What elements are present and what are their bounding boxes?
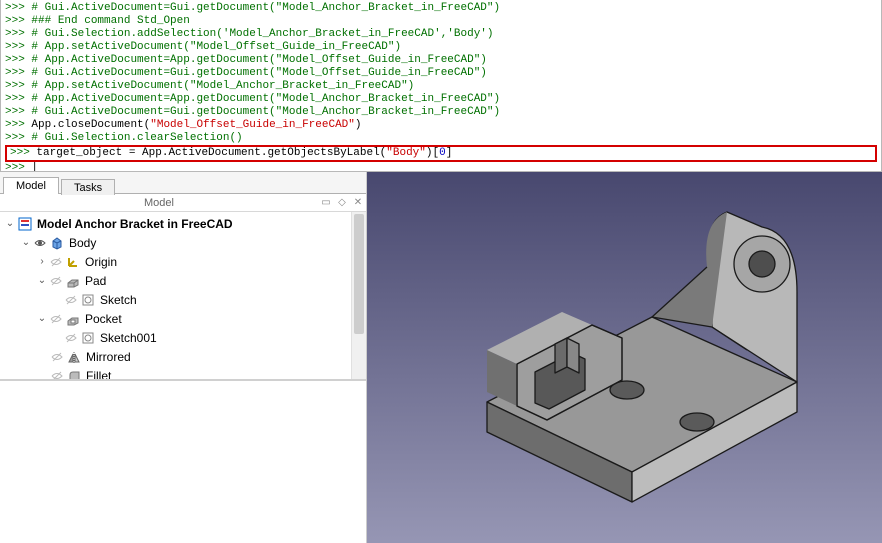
- pocket-icon: [65, 311, 81, 327]
- tree-label: Pocket: [85, 312, 122, 326]
- console-prompt: >>>: [5, 2, 25, 14]
- panel-header: Model ▭ ◇ ✕: [0, 194, 366, 212]
- caret-down-icon[interactable]: ⌄: [36, 275, 48, 287]
- eye-off-icon[interactable]: [50, 352, 64, 362]
- tree-row-sketch[interactable]: Sketch: [0, 290, 366, 309]
- tree-label: Sketch001: [100, 331, 157, 345]
- eye-off-icon[interactable]: [49, 314, 63, 324]
- mirrored-icon: [66, 349, 82, 365]
- tree-scrollbar[interactable]: [351, 212, 366, 379]
- panel-title: Model: [0, 197, 318, 209]
- tree-row-pocket[interactable]: ⌄ Pocket: [0, 309, 366, 328]
- origin-icon: [65, 254, 81, 270]
- sketch-icon: [80, 330, 96, 346]
- model-tree[interactable]: ⌄ Model Anchor Bracket in FreeCAD ⌄ Body: [0, 212, 366, 380]
- tree-row-body[interactable]: ⌄ Body: [0, 233, 366, 252]
- tree-row-mirrored[interactable]: Mirrored: [0, 347, 366, 366]
- caret-down-icon[interactable]: ⌄: [4, 218, 16, 230]
- tree-label: Sketch: [100, 293, 137, 307]
- tree-label: Mirrored: [86, 350, 131, 364]
- tree-row-sketch001[interactable]: Sketch001: [0, 328, 366, 347]
- panel-pin-icon[interactable]: ◇: [334, 197, 350, 208]
- console-cursor[interactable]: |: [31, 162, 38, 172]
- tree-label: Model Anchor Bracket in FreeCAD: [37, 217, 233, 231]
- python-console[interactable]: >>> # Gui.ActiveDocument=Gui.getDocument…: [0, 0, 882, 172]
- bracket-model[interactable]: [367, 172, 882, 543]
- document-icon: [17, 216, 33, 232]
- caret-down-icon[interactable]: ⌄: [20, 237, 32, 249]
- panel-float-icon[interactable]: ▭: [318, 197, 334, 208]
- sketch-icon: [80, 292, 96, 308]
- scrollbar-thumb[interactable]: [354, 214, 364, 334]
- property-panel[interactable]: [0, 380, 366, 543]
- body-icon: [49, 235, 65, 251]
- tree-label: Pad: [85, 274, 106, 288]
- tree-label: Body: [69, 236, 96, 250]
- eye-off-icon[interactable]: [49, 257, 63, 267]
- tree-label: Origin: [85, 255, 117, 269]
- caret-down-icon[interactable]: ⌄: [36, 313, 48, 325]
- caret-right-icon[interactable]: ›: [36, 256, 48, 268]
- 3d-viewport[interactable]: [367, 172, 882, 543]
- eye-off-icon[interactable]: [49, 276, 63, 286]
- pad-icon: [65, 273, 81, 289]
- tree-row-origin[interactable]: › Origin: [0, 252, 366, 271]
- eye-off-icon[interactable]: [64, 295, 78, 305]
- tab-model[interactable]: Model: [3, 177, 59, 194]
- tree-row-fillet[interactable]: Fillet: [0, 366, 366, 380]
- tab-tasks[interactable]: Tasks: [61, 179, 115, 195]
- panel-close-icon[interactable]: ✕: [350, 197, 366, 208]
- highlighted-command: >>> target_object = App.ActiveDocument.g…: [5, 145, 877, 162]
- tree-row-document[interactable]: ⌄ Model Anchor Bracket in FreeCAD: [0, 214, 366, 233]
- eye-off-icon[interactable]: [64, 333, 78, 343]
- left-panel: Model Tasks Model ▭ ◇ ✕ ⌄ Model Anchor B…: [0, 172, 367, 543]
- tree-row-pad[interactable]: ⌄ Pad: [0, 271, 366, 290]
- fillet-icon: [66, 368, 82, 380]
- eye-icon[interactable]: [33, 238, 47, 248]
- panel-tabs: Model Tasks: [0, 172, 366, 194]
- eye-off-icon[interactable]: [50, 371, 64, 380]
- tree-label: Fillet: [86, 369, 111, 380]
